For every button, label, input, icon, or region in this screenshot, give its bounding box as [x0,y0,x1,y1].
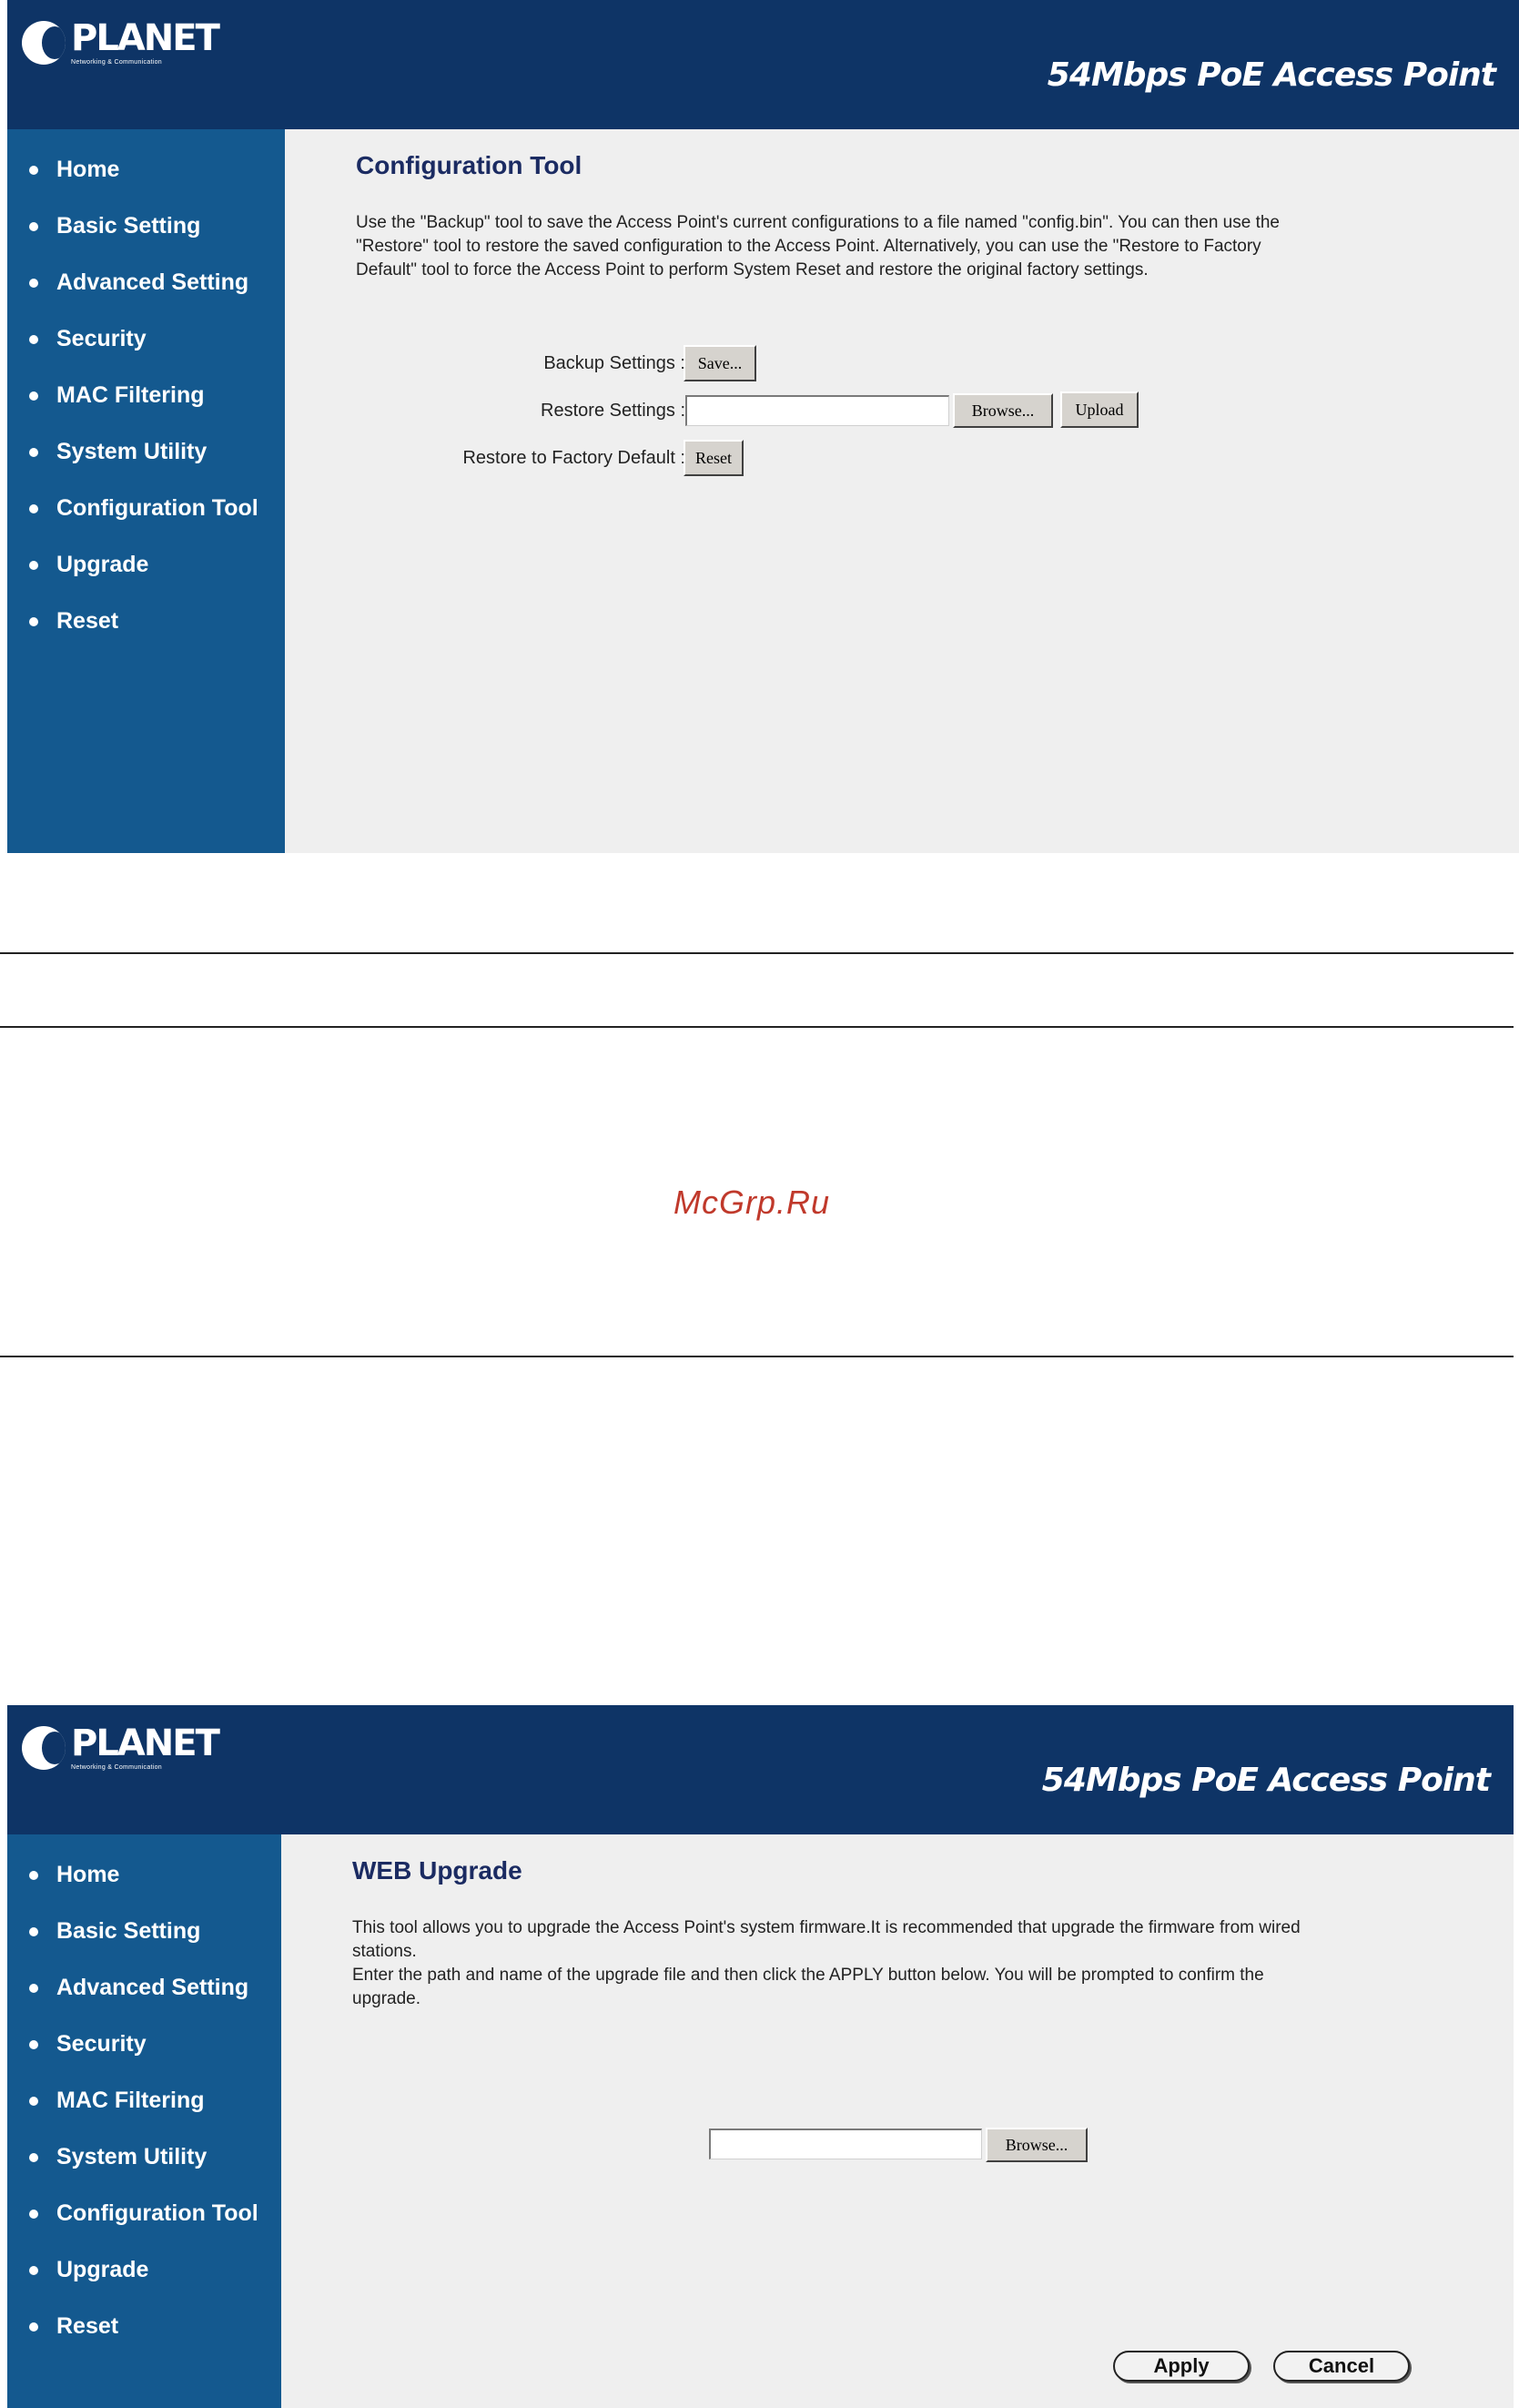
sidebar-item-label: MAC Filtering [56,382,205,408]
sidebar-item-label: System Utility [56,2144,208,2169]
restore-factory-default-label: Restore to Factory Default : [462,448,685,468]
bullet-icon [29,334,38,344]
logo-tagline: Networking & Communication [71,59,163,66]
sidebar-item-label: Configuration Tool [56,495,258,521]
reset-button[interactable]: Reset [684,440,744,476]
sidebar-item-label: System Utility [56,439,208,464]
sidebar-item-system-utility[interactable]: System Utility [29,2144,207,2170]
bullet-icon [29,503,38,513]
separator-line [0,1026,1514,1028]
sidebar-item-label: Reset [56,2313,119,2339]
description-line: "Restore" tool to restore the saved conf… [356,237,1261,256]
description-line: Use the "Backup" tool to save the Access… [356,213,1280,232]
bullet-icon [29,447,38,457]
restore-settings-label: Restore Settings : [541,401,685,421]
sidebar-item-label: Security [56,326,147,351]
sidebar-item-label: Upgrade [56,552,149,577]
product-title: 54Mbps PoE Access Point [1041,1762,1491,1799]
description-line: Enter the path and name of the upgrade f… [352,1966,1264,1985]
bullet-icon [29,221,38,231]
bullet-icon [29,2152,38,2162]
separator-line [0,1356,1514,1357]
planet-logo-icon [22,1726,66,1770]
planet-logo: PLANET Networking & Communication [22,1722,220,1771]
bullet-icon [29,391,38,401]
planet-logo-icon [22,21,66,65]
sidebar-item-system-utility[interactable]: System Utility [29,439,207,465]
web-upgrade-screenshot: PLANET Networking & Communication 54Mbps… [7,1705,1514,2408]
bullet-icon [29,1983,38,1993]
sidebar: Home Basic Setting Advanced Setting Secu… [7,1834,281,2408]
bullet-icon [29,560,38,570]
sidebar-item-label: MAC Filtering [56,2088,205,2113]
config-tool-screenshot: PLANET Networking & Communication 54Mbps… [7,0,1519,853]
bullet-icon [29,2096,38,2106]
planet-logo: PLANET Networking & Communication [22,17,220,66]
restore-file-input[interactable] [685,395,949,426]
sidebar-item-label: Reset [56,608,119,634]
sidebar-item-configuration-tool[interactable]: Configuration Tool [29,2200,258,2227]
bullet-icon [29,2039,38,2049]
sidebar-item-advanced-setting[interactable]: Advanced Setting [29,1975,248,2001]
sidebar-item-label: Configuration Tool [56,2200,258,2226]
apply-button[interactable]: Apply [1113,2351,1250,2382]
sidebar-item-advanced-setting[interactable]: Advanced Setting [29,269,248,296]
browse-button[interactable]: Browse... [986,2128,1088,2162]
page-description: This tool allows you to upgrade the Acce… [352,1916,1463,2011]
page-title: Configuration Tool [356,151,582,179]
sidebar-item-basic-setting[interactable]: Basic Setting [29,1918,200,1945]
sidebar-item-label: Home [56,157,120,182]
description-line: stations. [352,1942,417,1961]
sidebar-item-mac-filtering[interactable]: MAC Filtering [29,2088,205,2114]
separator-line [0,952,1514,954]
description-line: This tool allows you to upgrade the Acce… [352,1918,1301,1937]
sidebar-item-label: Upgrade [56,2257,149,2282]
logo-tagline: Networking & Communication [71,1764,163,1771]
main-content: WEB Upgrade This tool allows you to upgr… [281,1834,1514,2408]
save-button[interactable]: Save... [684,345,756,381]
cancel-button[interactable]: Cancel [1273,2351,1410,2382]
bullet-icon [29,2322,38,2332]
sidebar-item-label: Security [56,2031,147,2057]
upgrade-file-input[interactable] [709,2129,982,2159]
bullet-icon [29,616,38,626]
description-line: Default" tool to force the Access Point … [356,260,1149,279]
sidebar-item-security[interactable]: Security [29,326,147,352]
product-title: 54Mbps PoE Access Point [1047,56,1496,94]
upload-button[interactable]: Upload [1060,391,1139,428]
bullet-icon [29,278,38,288]
bullet-icon [29,1870,38,1880]
header-banner: PLANET Networking & Communication 54Mbps… [7,1705,1514,1834]
page-description: Use the "Backup" tool to save the Access… [356,211,1448,282]
sidebar-item-reset[interactable]: Reset [29,2313,118,2340]
sidebar-item-label: Advanced Setting [56,1975,249,2000]
sidebar-item-reset[interactable]: Reset [29,608,118,635]
sidebar-item-home[interactable]: Home [29,157,119,183]
sidebar-item-label: Basic Setting [56,213,201,239]
sidebar-item-home[interactable]: Home [29,1862,119,1888]
logo-name: PLANET [71,1722,220,1764]
sidebar-item-upgrade[interactable]: Upgrade [29,2257,148,2283]
header-banner: PLANET Networking & Communication 54Mbps… [7,0,1519,129]
sidebar-item-label: Home [56,1862,120,1887]
bullet-icon [29,165,38,175]
browse-button[interactable]: Browse... [953,393,1053,428]
sidebar-item-configuration-tool[interactable]: Configuration Tool [29,495,258,522]
backup-settings-label: Backup Settings : [543,353,685,373]
sidebar-item-basic-setting[interactable]: Basic Setting [29,213,200,239]
description-line: upgrade. [352,1989,421,2008]
sidebar-item-label: Basic Setting [56,1918,201,1944]
sidebar-item-upgrade[interactable]: Upgrade [29,552,148,578]
sidebar-item-label: Advanced Setting [56,269,249,295]
watermark-text: McGrp.Ru [673,1184,831,1221]
page-title: WEB Upgrade [352,1856,522,1885]
sidebar-item-mac-filtering[interactable]: MAC Filtering [29,382,205,409]
logo-name: PLANET [71,17,220,59]
sidebar-item-security[interactable]: Security [29,2031,147,2057]
bullet-icon [29,2209,38,2219]
bullet-icon [29,2265,38,2275]
sidebar: Home Basic Setting Advanced Setting Secu… [7,129,285,853]
bullet-icon [29,1926,38,1936]
main-content: Configuration Tool Use the "Backup" tool… [285,129,1519,853]
